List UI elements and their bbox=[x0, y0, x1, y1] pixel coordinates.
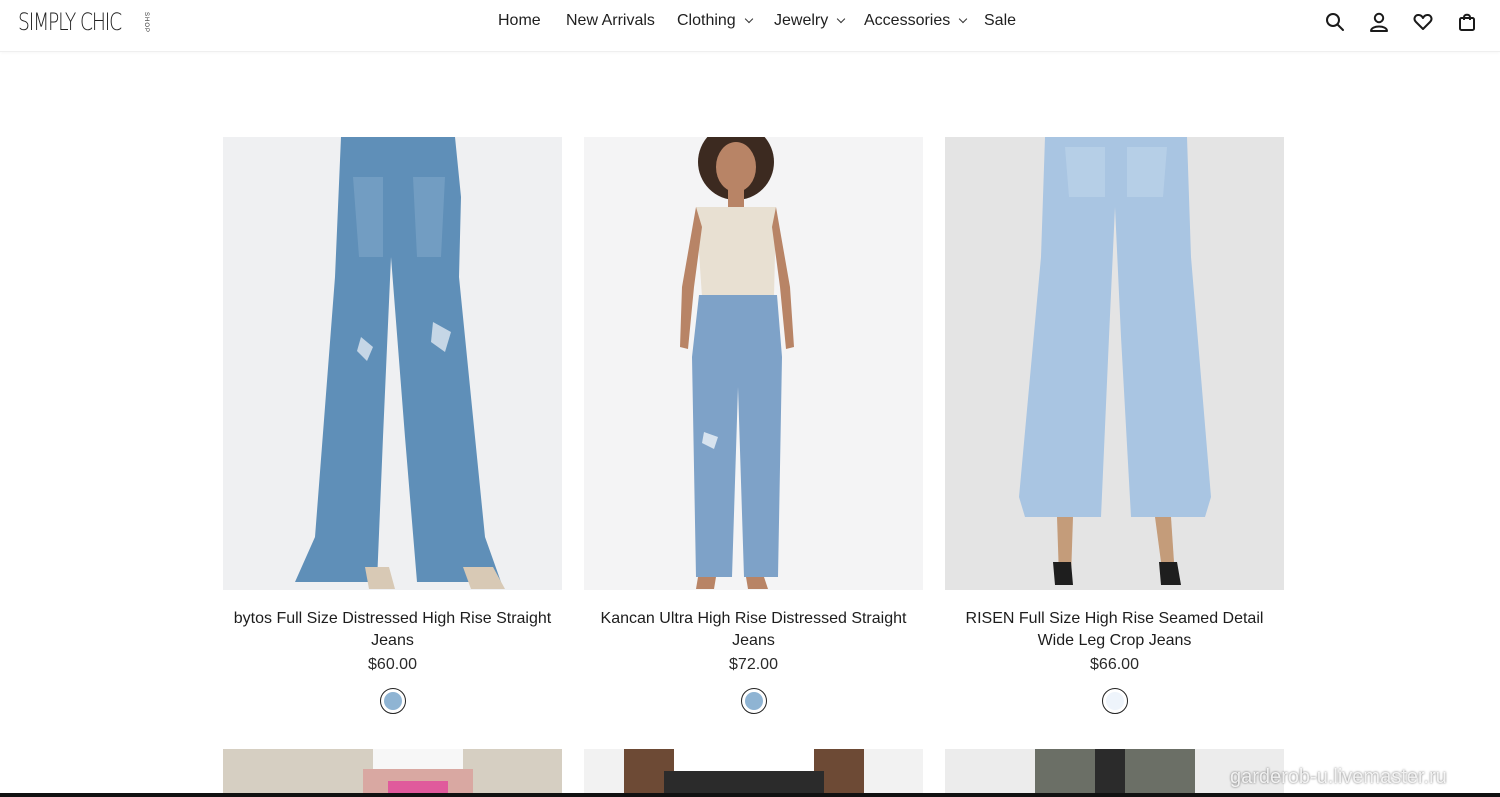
cart-bag-icon[interactable] bbox=[1456, 11, 1478, 33]
nav-item-jewelry[interactable]: Jewelry bbox=[774, 12, 846, 30]
product-title[interactable]: bytos Full Size Distressed High Rise Str… bbox=[223, 608, 562, 652]
color-swatch-fill bbox=[744, 692, 763, 710]
logo-subtext: SHOP bbox=[143, 12, 149, 34]
watermark-text: garderob-u.livemaster.ru bbox=[1230, 766, 1447, 788]
color-swatch[interactable] bbox=[379, 688, 406, 714]
product-image[interactable] bbox=[584, 137, 923, 590]
account-icon[interactable] bbox=[1368, 11, 1390, 33]
main-nav: Home New Arrivals Clothing Jewelry Acces… bbox=[0, 0, 1500, 44]
nav-label: Clothing bbox=[677, 12, 736, 29]
nav-item-new-arrivals[interactable]: New Arrivals bbox=[566, 12, 655, 30]
nav-item-clothing[interactable]: Clothing bbox=[677, 12, 753, 30]
product-card[interactable]: Kancan Ultra High Rise Distressed Straig… bbox=[584, 137, 923, 714]
product-image[interactable] bbox=[223, 749, 562, 797]
site-header: SIMPLY CHIC SHOP Home New Arrivals Cloth… bbox=[0, 0, 1500, 52]
wishlist-heart-icon[interactable] bbox=[1412, 11, 1434, 33]
product-image[interactable] bbox=[584, 749, 923, 797]
product-image[interactable] bbox=[223, 137, 562, 590]
bottom-edge-bar bbox=[0, 793, 1500, 797]
nav-label: Home bbox=[498, 12, 541, 29]
color-swatch-fill bbox=[1105, 692, 1124, 710]
product-price: $72.00 bbox=[729, 656, 778, 673]
product-price: $60.00 bbox=[368, 656, 417, 673]
chevron-down-icon bbox=[744, 14, 753, 24]
nav-item-home[interactable]: Home bbox=[498, 12, 541, 30]
nav-label: New Arrivals bbox=[566, 12, 655, 29]
color-swatch[interactable] bbox=[740, 688, 767, 714]
product-title[interactable]: Kancan Ultra High Rise Distressed Straig… bbox=[584, 608, 923, 652]
nav-item-sale[interactable]: Sale bbox=[984, 12, 1016, 30]
product-title[interactable]: RISEN Full Size High Rise Seamed Detail … bbox=[945, 608, 1284, 652]
product-price: $66.00 bbox=[1090, 656, 1139, 673]
nav-label: Jewelry bbox=[774, 12, 829, 29]
product-card[interactable]: RISEN Full Size High Rise Seamed Detail … bbox=[945, 137, 1284, 714]
nav-item-accessories[interactable]: Accessories bbox=[864, 12, 968, 30]
brand-logo[interactable]: SIMPLY CHIC SHOP bbox=[18, 8, 150, 36]
logo-text: SIMPLY CHIC bbox=[18, 8, 122, 36]
nav-label: Accessories bbox=[864, 12, 951, 29]
product-card[interactable]: bytos Full Size Distressed High Rise Str… bbox=[223, 137, 562, 714]
header-icons bbox=[1324, 11, 1478, 33]
chevron-down-icon bbox=[959, 14, 968, 24]
color-swatch[interactable] bbox=[1101, 688, 1128, 714]
nav-label: Sale bbox=[984, 12, 1017, 29]
chevron-down-icon bbox=[836, 14, 846, 24]
product-image[interactable] bbox=[945, 137, 1284, 590]
color-swatch-fill bbox=[383, 692, 402, 710]
search-icon[interactable] bbox=[1324, 11, 1346, 33]
